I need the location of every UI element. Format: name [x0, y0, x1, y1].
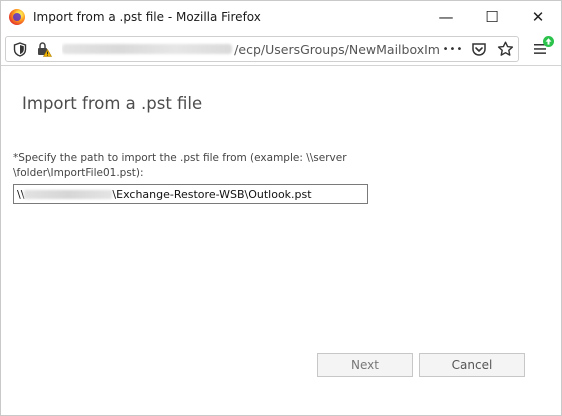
page-title: Import from a .pst file — [22, 94, 203, 113]
minimize-button[interactable]: — — [423, 1, 469, 32]
star-icon[interactable] — [492, 38, 518, 60]
redacted-server — [24, 189, 113, 199]
pst-path-input[interactable]: \\ \Exchange-Restore-WSB\Outlook.pst — [13, 184, 368, 204]
shield-icon[interactable] — [10, 39, 30, 59]
path-suffix: \Exchange-Restore-WSB\Outlook.pst — [112, 187, 312, 201]
window-controls: — ☐ ✕ — [423, 1, 561, 32]
firefox-logo-icon — [9, 8, 25, 25]
path-prefix: \\ — [17, 187, 25, 201]
page-actions-button[interactable]: ••• — [440, 38, 466, 60]
redacted-host — [61, 44, 233, 54]
url-path: /ecp/UsersGroups/NewMailboxIm — [234, 41, 440, 57]
title-bar: Import from a .pst file - Mozilla Firefo… — [1, 1, 561, 32]
maximize-button[interactable]: ☐ — [469, 1, 515, 32]
window-title: Import from a .pst file - Mozilla Firefo… — [33, 9, 261, 24]
url-text: /ecp/UsersGroups/NewMailboxIm — [61, 41, 440, 57]
url-actions: ••• — [440, 38, 518, 60]
pocket-icon[interactable] — [466, 38, 492, 60]
next-button[interactable]: Next — [317, 353, 413, 377]
hamburger-menu-icon[interactable] — [527, 36, 555, 62]
update-badge-icon — [543, 36, 554, 47]
path-field-label: *Specify the path to import the .pst fil… — [13, 152, 347, 179]
navigation-bar: /ecp/UsersGroups/NewMailboxIm ••• — [1, 32, 561, 66]
url-field[interactable]: /ecp/UsersGroups/NewMailboxIm ••• — [5, 36, 519, 62]
lock-warning-icon[interactable] — [34, 39, 54, 59]
browser-window: Import from a .pst file - Mozilla Firefo… — [0, 0, 562, 416]
page-content: Import from a .pst file *Specify the pat… — [1, 67, 561, 415]
close-button[interactable]: ✕ — [515, 1, 561, 32]
cancel-button[interactable]: Cancel — [419, 353, 525, 377]
